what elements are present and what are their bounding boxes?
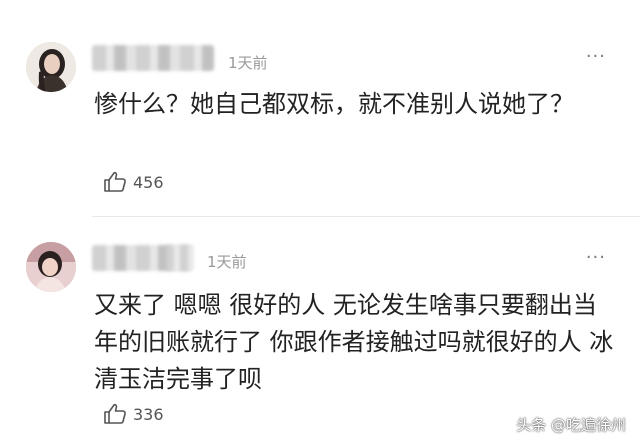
user-avatar[interactable] <box>26 42 76 92</box>
like-count: 456 <box>133 172 164 192</box>
watermark: 头条 @吃遍徐州 <box>516 416 626 434</box>
more-options-icon[interactable]: ··· <box>586 46 606 67</box>
username-blurred <box>166 245 194 271</box>
like-count: 336 <box>133 404 164 424</box>
user-avatar[interactable] <box>26 242 76 292</box>
username-blurred <box>92 45 214 71</box>
like-button[interactable]: 456 <box>103 171 164 193</box>
comment-item: 1天前 ··· 惨什么？她自己都双标，就不准别人说她了？ 456 <box>0 0 640 217</box>
more-options-icon[interactable]: ··· <box>586 247 606 268</box>
comment-time: 1天前 <box>207 253 247 271</box>
comment-text: 惨什么？她自己都双标，就不准别人说她了？ <box>94 90 574 118</box>
comment-item: 1天前 ··· 又来了 嗯嗯 很好的人 无论发生啥事只要翻出当年的旧账就行了 你… <box>0 217 640 447</box>
like-button[interactable]: 336 <box>103 403 164 425</box>
comment-text: 又来了 嗯嗯 很好的人 无论发生啥事只要翻出当年的旧账就行了 你跟作者接触过吗就… <box>94 291 614 393</box>
thumbs-up-icon <box>103 403 127 425</box>
comment-time: 1天前 <box>228 54 268 72</box>
thumbs-up-icon <box>103 171 127 193</box>
